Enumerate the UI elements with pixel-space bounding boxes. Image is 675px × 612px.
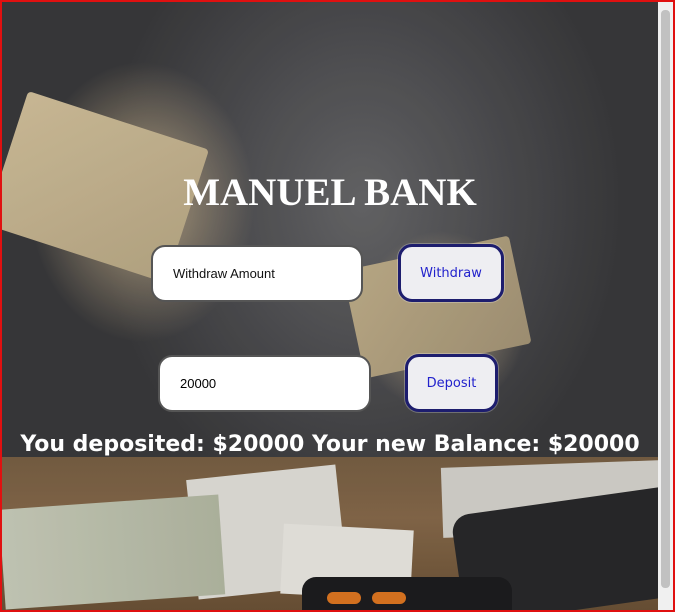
app-frame: MANUEL BANK Withdraw Deposit You deposit…: [0, 0, 675, 612]
deposit-button[interactable]: Deposit: [405, 354, 498, 412]
vertical-scrollbar[interactable]: [658, 2, 673, 610]
page-title: MANUEL BANK: [183, 171, 477, 214]
background-photo: [2, 2, 673, 610]
deposit-amount-input[interactable]: [158, 355, 371, 412]
scrollbar-thumb[interactable]: [661, 10, 670, 588]
transaction-message: You deposited: $20000 Your new Balance: …: [20, 432, 640, 457]
withdraw-amount-input[interactable]: [151, 245, 363, 302]
withdraw-button[interactable]: Withdraw: [398, 244, 504, 302]
